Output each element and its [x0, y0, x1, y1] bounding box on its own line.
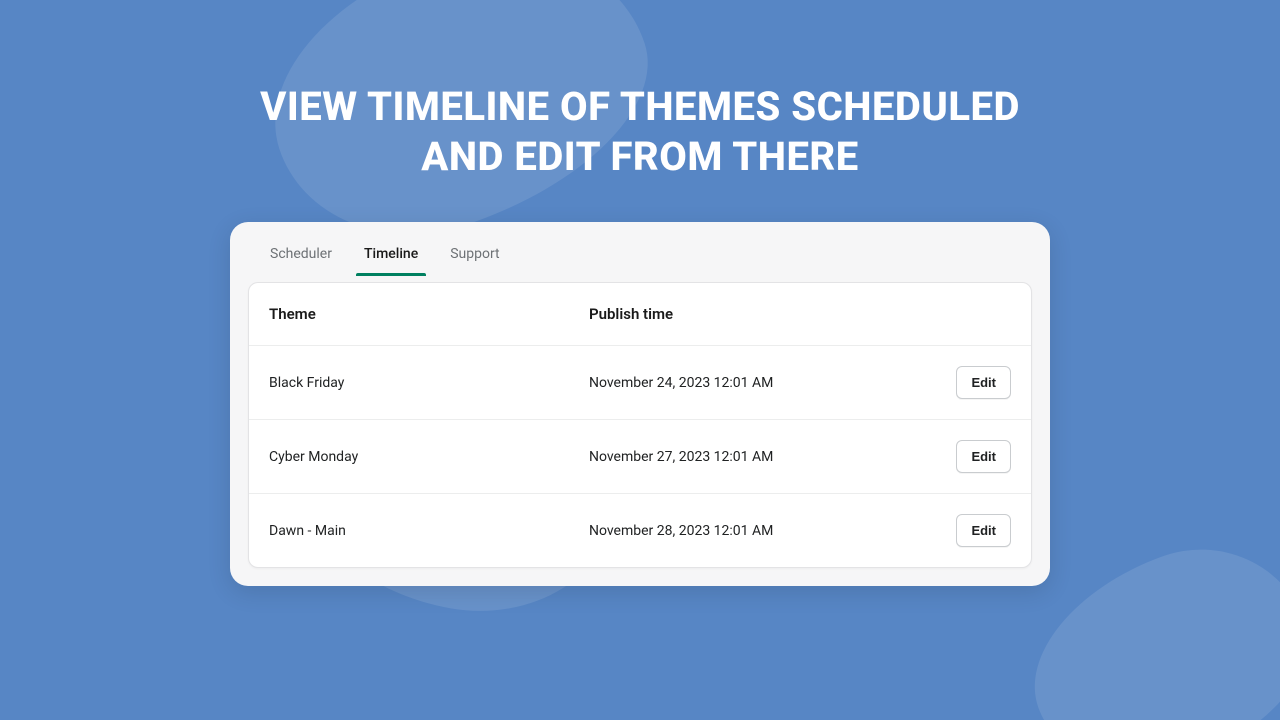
cell-theme: Cyber Monday — [269, 449, 589, 465]
cell-publish-time: November 28, 2023 12:01 AM — [589, 523, 921, 539]
cell-publish-time: November 24, 2023 12:01 AM — [589, 375, 921, 391]
table-row: Black Friday November 24, 2023 12:01 AM … — [249, 345, 1031, 419]
edit-button[interactable]: Edit — [956, 366, 1011, 399]
table-row: Dawn - Main November 28, 2023 12:01 AM E… — [249, 493, 1031, 567]
tab-support[interactable]: Support — [434, 228, 515, 276]
page-title: VIEW TIMELINE OF THEMES SCHEDULED AND ED… — [0, 0, 1280, 222]
table-header-row: Theme Publish time — [249, 283, 1031, 345]
tab-bar: Scheduler Timeline Support — [230, 222, 1050, 276]
cell-action: Edit — [921, 514, 1011, 547]
cell-action: Edit — [921, 366, 1011, 399]
column-header-publish-time: Publish time — [589, 305, 921, 323]
table-row: Cyber Monday November 27, 2023 12:01 AM … — [249, 419, 1031, 493]
cell-theme: Black Friday — [269, 375, 589, 391]
page-title-line1: VIEW TIMELINE OF THEMES SCHEDULED — [0, 82, 1280, 132]
tab-scheduler[interactable]: Scheduler — [254, 228, 348, 276]
page-title-line2: AND EDIT FROM THERE — [0, 132, 1280, 182]
cell-action: Edit — [921, 440, 1011, 473]
timeline-table: Theme Publish time Black Friday November… — [248, 282, 1032, 568]
cell-publish-time: November 27, 2023 12:01 AM — [589, 449, 921, 465]
tab-timeline[interactable]: Timeline — [348, 228, 434, 276]
edit-button[interactable]: Edit — [956, 440, 1011, 473]
column-header-theme: Theme — [269, 305, 589, 323]
edit-button[interactable]: Edit — [956, 514, 1011, 547]
cell-theme: Dawn - Main — [269, 523, 589, 539]
timeline-panel: Scheduler Timeline Support Theme Publish… — [230, 222, 1050, 586]
